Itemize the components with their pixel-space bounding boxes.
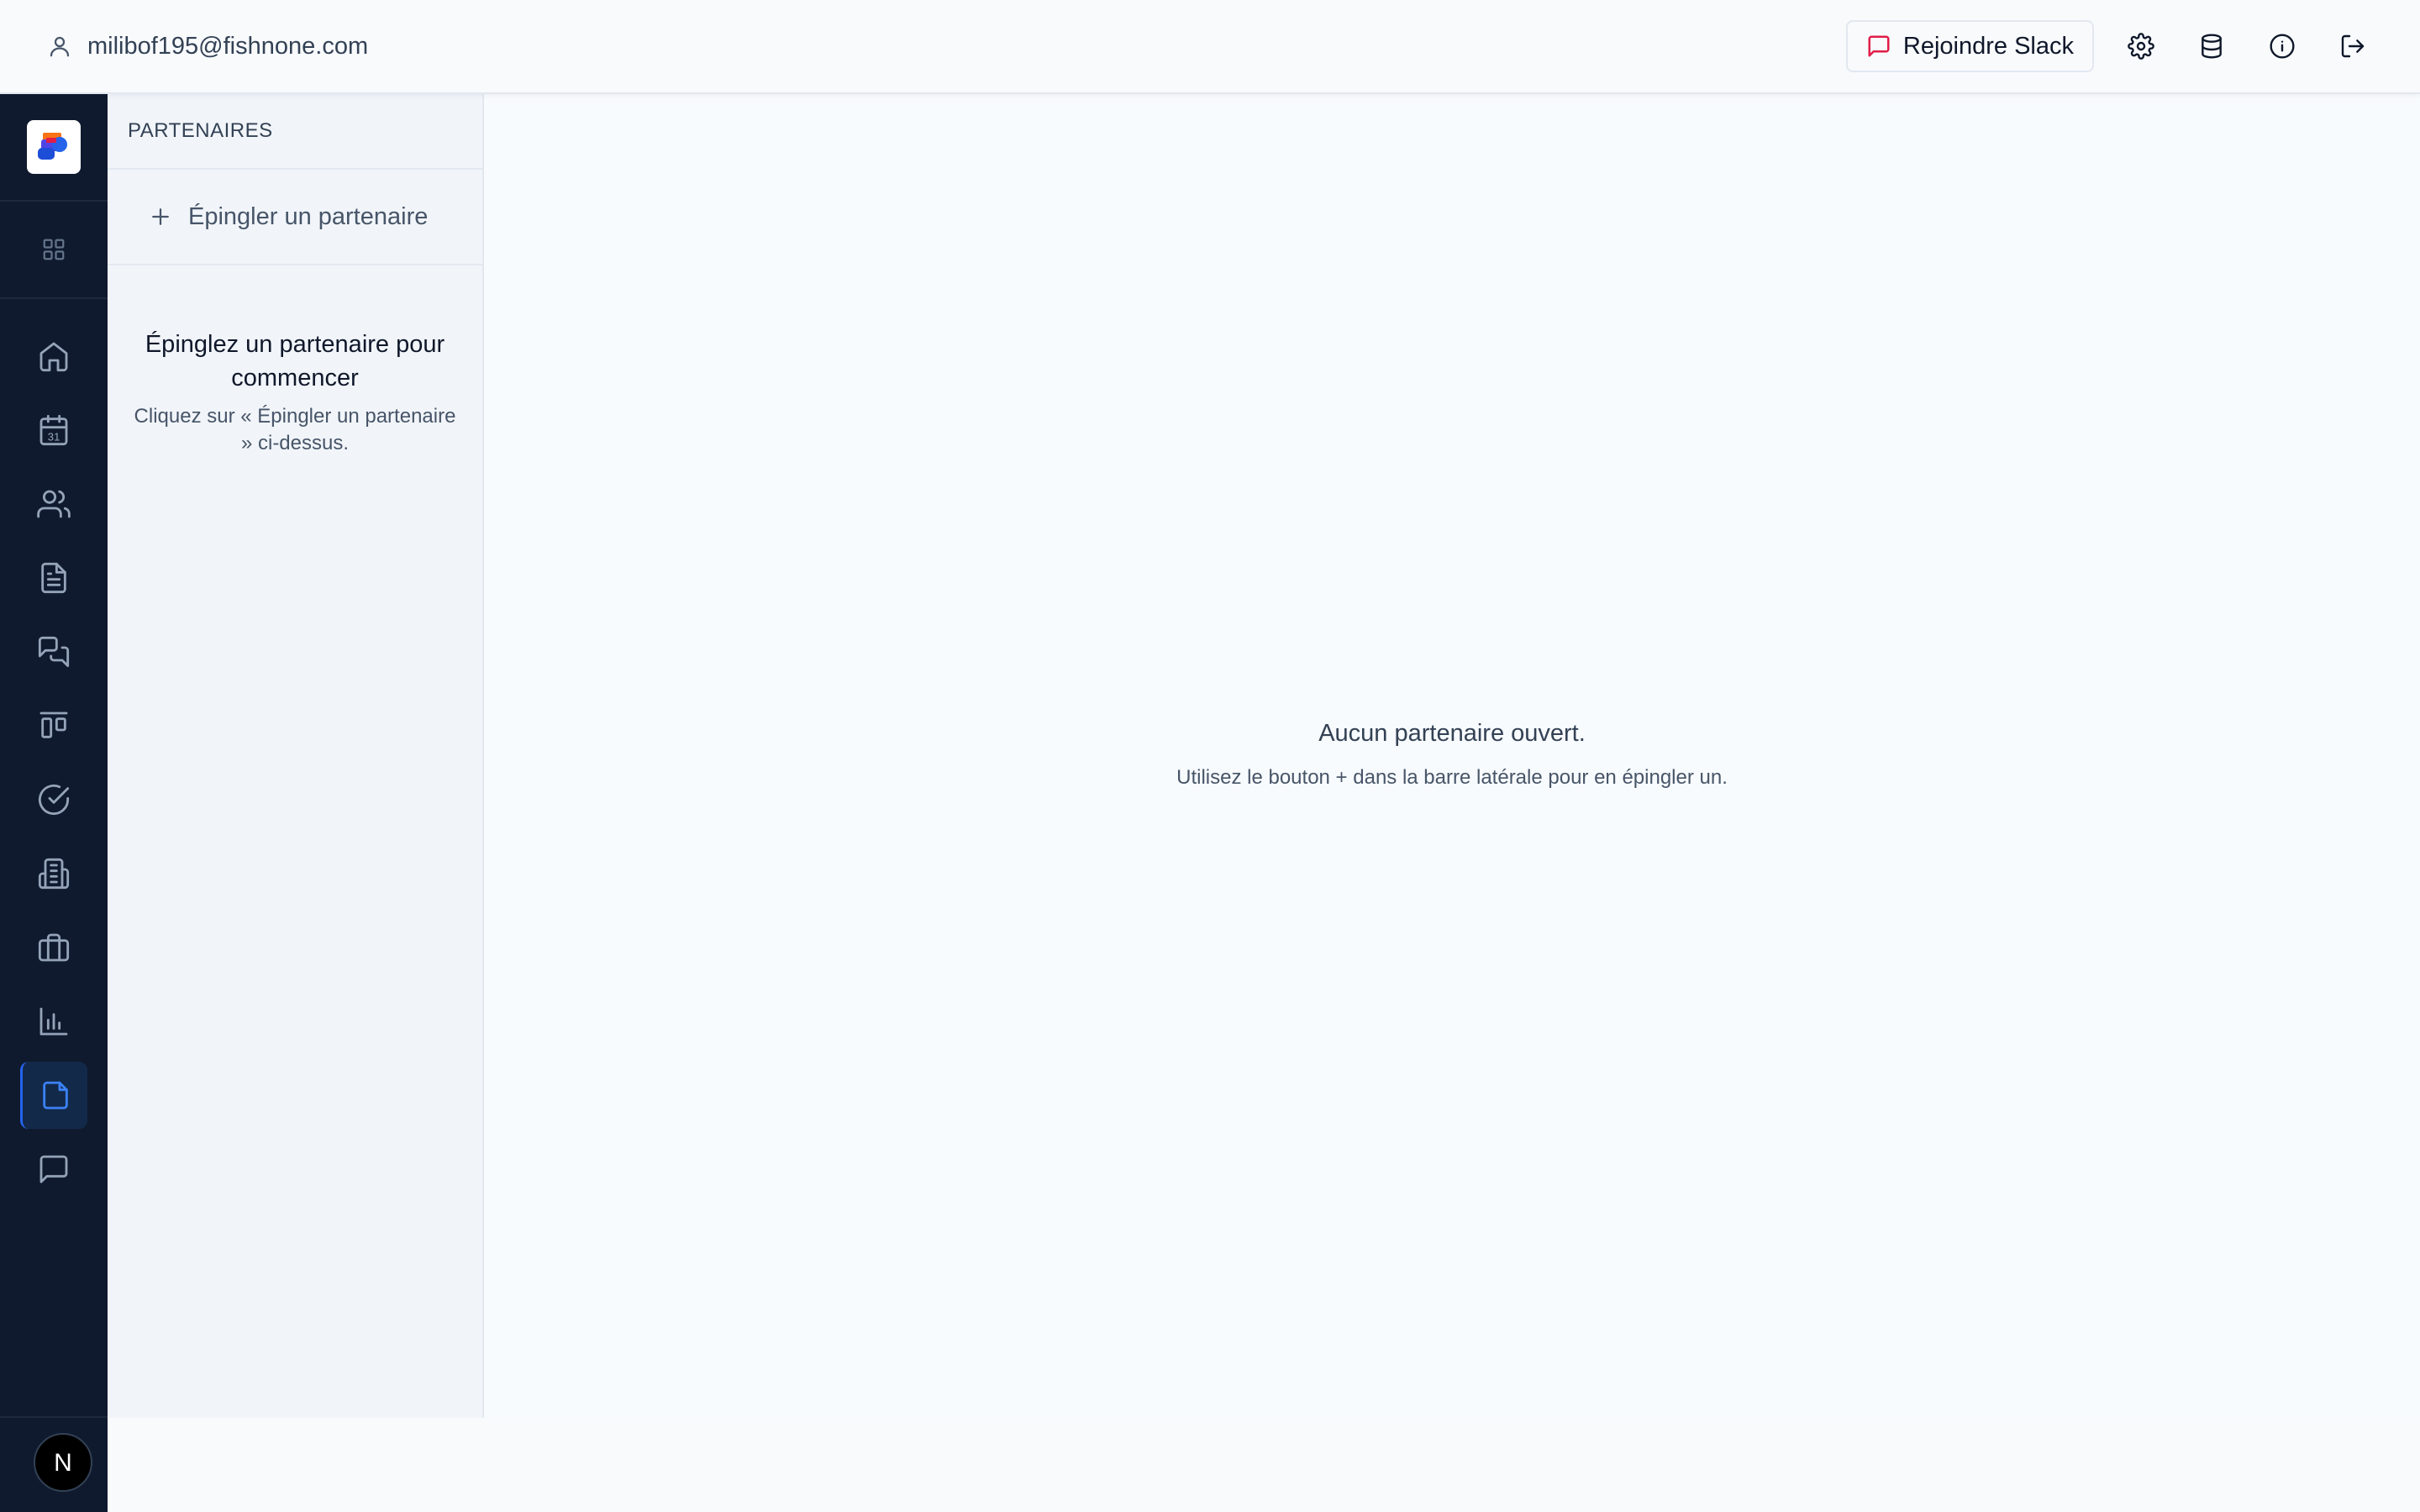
rail-bottom: N xyxy=(0,1416,108,1512)
main-empty-state: Aucun partenaire ouvert. Utilisez le bou… xyxy=(484,720,2420,790)
pin-partner-label: Épingler un partenaire xyxy=(188,202,429,230)
apps-grid-button[interactable] xyxy=(0,202,108,299)
avatar-letter: N xyxy=(54,1449,72,1477)
home-icon xyxy=(37,339,71,373)
pin-partner-button[interactable]: Épingler un partenaire xyxy=(148,203,428,231)
top-header: milibof195@fishnone.com Rejoindre Slack xyxy=(0,0,2420,94)
calendar-icon: 31 xyxy=(37,413,71,447)
join-slack-button[interactable]: Rejoindre Slack xyxy=(1845,20,2094,72)
building-icon xyxy=(37,857,71,890)
rail-nav: 31 xyxy=(0,299,108,1203)
main-empty-subtitle: Utilisez le bouton + dans la barre latér… xyxy=(1176,766,1728,789)
nav-companies[interactable] xyxy=(20,840,87,907)
sidebar-empty-title: Épinglez un partenaire pour commencer xyxy=(145,331,445,391)
settings-button[interactable] xyxy=(2118,23,2165,70)
briefcase-icon xyxy=(37,931,71,964)
main-empty-title: Aucun partenaire ouvert. xyxy=(1318,720,1586,747)
nav-feedback[interactable] xyxy=(20,1136,87,1203)
users-icon xyxy=(37,487,71,521)
logout-icon xyxy=(2339,33,2366,60)
partners-sidebar: PARTENAIRES Épingler un partenaire Éping… xyxy=(108,94,484,1418)
header-actions: Rejoindre Slack xyxy=(1845,20,2376,72)
nav-calendar[interactable]: 31 xyxy=(20,396,87,464)
plus-icon xyxy=(148,204,173,229)
comment-icon xyxy=(37,1152,71,1186)
pin-area: Épingler un partenaire xyxy=(108,170,482,265)
grid-icon xyxy=(41,237,66,262)
logo-area xyxy=(0,94,108,202)
bar-chart-icon xyxy=(37,1005,71,1038)
nav-reports[interactable] xyxy=(20,988,87,1055)
sidebar-empty-subtitle: Cliquez sur « Épingler un partenaire » c… xyxy=(134,405,456,454)
left-rail: 31 N xyxy=(0,94,108,1512)
join-slack-label: Rejoindre Slack xyxy=(1902,32,2074,60)
main-content: Aucun partenaire ouvert. Utilisez le bou… xyxy=(484,94,2420,1418)
document-icon xyxy=(37,561,71,595)
nav-contacts[interactable] xyxy=(20,470,87,538)
info-icon xyxy=(2269,33,2296,60)
partners-sidebar-title: PARTENAIRES xyxy=(108,94,482,170)
user-info: milibof195@fishnone.com xyxy=(47,33,368,60)
nav-home[interactable] xyxy=(20,323,87,390)
gear-icon xyxy=(2128,33,2154,60)
avatar[interactable]: N xyxy=(34,1433,92,1492)
check-circle-icon xyxy=(37,783,71,816)
sidebar-empty-state: Épinglez un partenaire pour commencer Cl… xyxy=(108,265,482,457)
kanban-icon xyxy=(37,709,71,743)
info-button[interactable] xyxy=(2259,23,2306,70)
user-icon xyxy=(47,34,72,59)
app-logo[interactable] xyxy=(27,120,81,174)
nav-deals[interactable] xyxy=(20,914,87,981)
calendar-day: 31 xyxy=(48,431,60,444)
nav-messages[interactable] xyxy=(20,618,87,685)
message-icon xyxy=(1866,34,1891,59)
user-email: milibof195@fishnone.com xyxy=(87,32,369,60)
database-button[interactable] xyxy=(2188,23,2235,70)
chat-icon xyxy=(37,635,71,669)
footer-strip xyxy=(108,1418,2420,1512)
file-icon xyxy=(39,1079,72,1112)
nav-partners[interactable] xyxy=(20,1062,87,1129)
database-icon xyxy=(2198,33,2225,60)
nav-kanban[interactable] xyxy=(20,692,87,759)
nav-documents[interactable] xyxy=(20,544,87,612)
logout-button[interactable] xyxy=(2329,23,2376,70)
nav-tasks[interactable] xyxy=(20,766,87,833)
